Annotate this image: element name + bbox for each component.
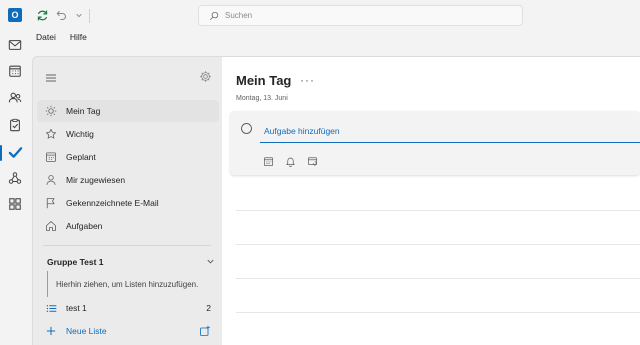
due-date-icon[interactable] (262, 155, 274, 167)
task-row-divider (236, 278, 640, 279)
search-icon (209, 11, 219, 20)
list-label: test 1 (66, 303, 87, 313)
menu-help[interactable]: Hilfe (70, 32, 87, 50)
plus-icon (45, 325, 57, 337)
list-icon (45, 302, 57, 314)
star-icon (45, 128, 57, 140)
outlook-logo-icon: O (8, 8, 22, 22)
add-group-icon[interactable] (199, 325, 211, 337)
search-box[interactable]: Suchen (198, 5, 523, 26)
toolbar-divider (89, 9, 90, 23)
apps-icon[interactable] (5, 194, 25, 214)
menu-bar: Datei Hilfe (32, 32, 87, 50)
task-row-divider (236, 312, 640, 313)
gear-icon[interactable] (199, 70, 213, 84)
nav-divider (43, 245, 211, 246)
group-drop-hint: Hierhin ziehen, um Listen hinzuzufügen. (47, 271, 217, 297)
sync-icon[interactable] (33, 6, 51, 24)
mail-icon[interactable] (5, 35, 25, 55)
chevron-down-icon[interactable] (206, 257, 215, 268)
people-icon[interactable] (5, 88, 25, 108)
main-pane: Mein Tag ··· Montag, 13. Juni (222, 56, 640, 345)
drop-hint-text: Hierhin ziehen, um Listen hinzuzufügen. (56, 279, 199, 289)
list-count: 2 (206, 303, 211, 313)
new-list-button[interactable]: Neue Liste (37, 320, 219, 342)
group-header[interactable]: Gruppe Test 1 (47, 254, 215, 270)
todo-check-icon[interactable] (5, 142, 25, 162)
nav-item-label: Mein Tag (66, 106, 101, 116)
nav-item-label: Geplant (66, 152, 96, 162)
nav-item-label: Gekennzeichnete E-Mail (66, 198, 159, 208)
page-title: Mein Tag (236, 73, 292, 88)
search-placeholder: Suchen (225, 11, 253, 20)
flag-icon (45, 197, 57, 209)
nav-item-aufgaben[interactable]: Aufgaben (37, 215, 219, 237)
task-row-divider (236, 244, 640, 245)
add-task-circle-icon (241, 123, 252, 134)
calendar-grid-icon (45, 151, 57, 163)
add-task-input[interactable] (260, 119, 640, 143)
todo-nav-pane: Mein Tag Wichtig Geplant Mir zugewiesen … (32, 56, 222, 345)
nav-item-mir-zugewiesen[interactable]: Mir zugewiesen (37, 169, 219, 191)
menu-file[interactable]: Datei (36, 32, 56, 50)
network-icon[interactable] (5, 168, 25, 188)
nav-item-label: Mir zugewiesen (66, 175, 126, 185)
bell-icon[interactable] (284, 155, 296, 167)
app-rail (0, 32, 32, 345)
title-bar: O Suchen (0, 0, 640, 32)
nav-item-geplant[interactable]: Geplant (37, 146, 219, 168)
list-item-test-1[interactable]: test 1 2 (37, 298, 219, 318)
nav-item-mein-tag[interactable]: Mein Tag (37, 100, 219, 122)
hamburger-menu-icon[interactable] (45, 71, 57, 83)
home-icon (45, 220, 57, 232)
rail-active-indicator (0, 145, 2, 161)
chevron-down-icon[interactable] (70, 6, 88, 24)
person-icon (45, 174, 57, 186)
nav-item-label: Wichtig (66, 129, 94, 139)
undo-icon[interactable] (52, 6, 70, 24)
page-date: Montag, 13. Juni (236, 95, 288, 102)
nav-item-wichtig[interactable]: Wichtig (37, 123, 219, 145)
sun-icon (45, 105, 57, 117)
clipboard-icon[interactable] (5, 115, 25, 135)
nav-header (33, 57, 223, 99)
add-task-card (230, 111, 640, 175)
calendar-icon[interactable] (5, 61, 25, 81)
nav-item-gekennzeichnete-email[interactable]: Gekennzeichnete E-Mail (37, 192, 219, 214)
task-row-divider (236, 210, 640, 211)
repeat-icon[interactable] (306, 155, 318, 167)
group-title: Gruppe Test 1 (47, 257, 104, 267)
new-list-label: Neue Liste (66, 326, 107, 336)
nav-item-label: Aufgaben (66, 221, 103, 231)
more-options-button[interactable]: ··· (300, 73, 315, 87)
